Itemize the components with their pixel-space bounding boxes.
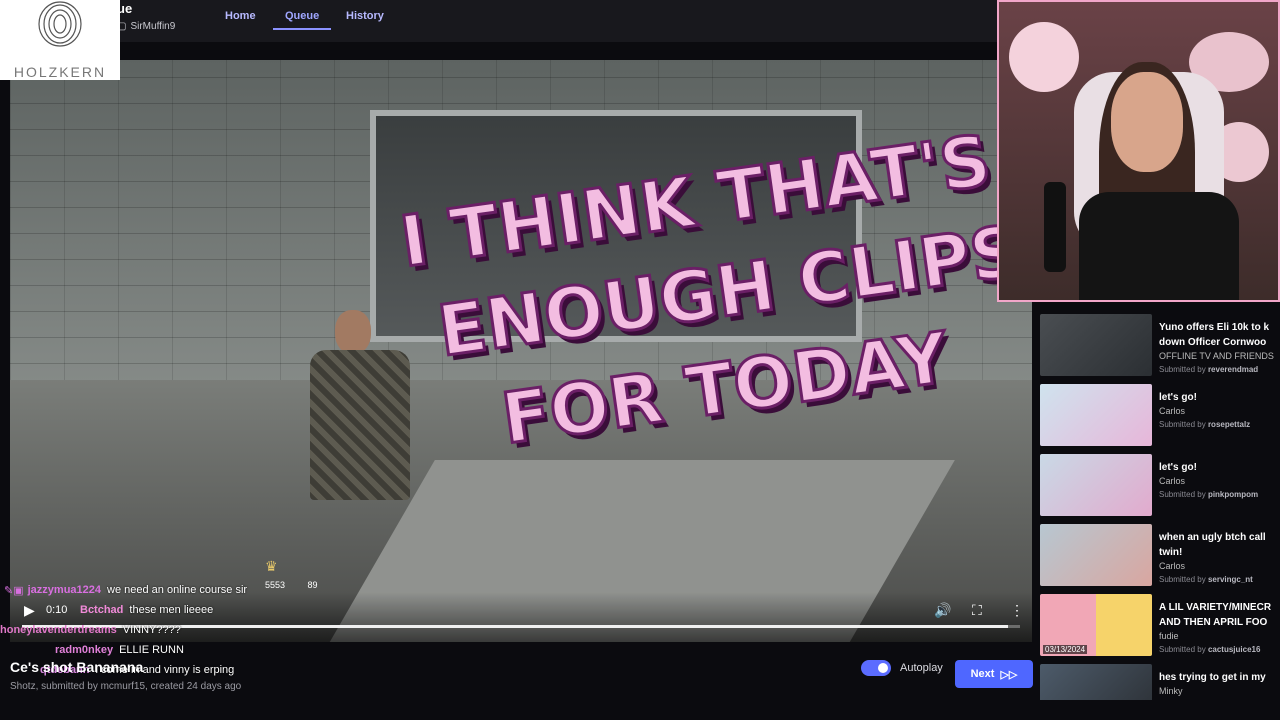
queue-thumbnail[interactable] (1040, 664, 1152, 700)
fullscreen-icon[interactable]: ⛶ (972, 602, 982, 619)
autoplay-label: Autoplay (900, 662, 943, 674)
logo-text: HOLZKERN (13, 64, 107, 80)
queue-item[interactable]: when an ugly btch call twin! Carlos Subm… (1040, 520, 1280, 590)
queue-item[interactable]: 03/13/2024 A LIL VARIETY/MINECR AND THEN… (1040, 590, 1280, 660)
queue-item[interactable]: let's go! Carlos Submitted by pinkpompom (1040, 450, 1280, 520)
holzkern-logo: HOLZKERN (0, 0, 120, 80)
chat-line: ✎▣ jazzymua1224 we need an online course… (4, 584, 248, 597)
overlay-headline: I THINK THAT'S ENOUGH CLIPS FOR TODAY (380, 118, 1032, 462)
date-tag: 03/13/2024 (1043, 645, 1088, 654)
tab-home[interactable]: Home (225, 10, 256, 22)
queue-item[interactable]: Yuno offers Eli 10k to k down Officer Co… (1040, 310, 1280, 380)
queue-list: Yuno offers Eli 10k to k down Officer Co… (1040, 310, 1280, 700)
queue-item[interactable]: hes trying to get in my Minky (1040, 660, 1280, 700)
video-player[interactable]: ♛ 5553 89 I THINK THAT'S ENOUGH CLIPS FO… (10, 60, 1032, 642)
crown-icon: ♛ (265, 558, 278, 574)
fingerprint-icon (38, 1, 82, 47)
autoplay-toggle[interactable] (861, 660, 891, 676)
queue-thumbnail[interactable]: 03/13/2024 (1040, 594, 1152, 656)
queue-item[interactable]: let's go! Carlos Submitted by rosepettal… (1040, 380, 1280, 450)
channel-label[interactable]: ▢ SirMuffin9 (117, 21, 175, 32)
chat-line: radm0nkey ELLIE RUNN (55, 644, 184, 656)
more-icon[interactable]: ⋮ (1010, 602, 1024, 619)
queue-thumbnail[interactable] (1040, 454, 1152, 516)
tab-queue[interactable]: Queue (272, 10, 332, 30)
tab-history[interactable]: History (346, 10, 384, 22)
skip-forward-icon: ▷▷ (1000, 668, 1018, 681)
top-bar: ue ▢ SirMuffin9 Home Queue History (0, 0, 1000, 42)
next-button[interactable]: Next ▷▷ (955, 660, 1033, 688)
webcam-feed (997, 0, 1280, 302)
chat-line: honeylavenderdreams VINNY???? (0, 624, 181, 636)
clip-meta: Shotz, submitted by mcmurf15, created 24… (10, 681, 242, 692)
volume-icon[interactable]: 🔊 (934, 602, 951, 619)
clip-title: Ce's shot Bananana (10, 659, 144, 675)
chat-line: Bctchad these men lieeee (80, 604, 214, 616)
queue-thumbnail[interactable] (1040, 314, 1152, 376)
badge-icon: ✎▣ (4, 584, 24, 597)
queue-thumbnail[interactable] (1040, 524, 1152, 586)
queue-thumbnail[interactable] (1040, 384, 1152, 446)
microphone-icon (1044, 182, 1066, 272)
